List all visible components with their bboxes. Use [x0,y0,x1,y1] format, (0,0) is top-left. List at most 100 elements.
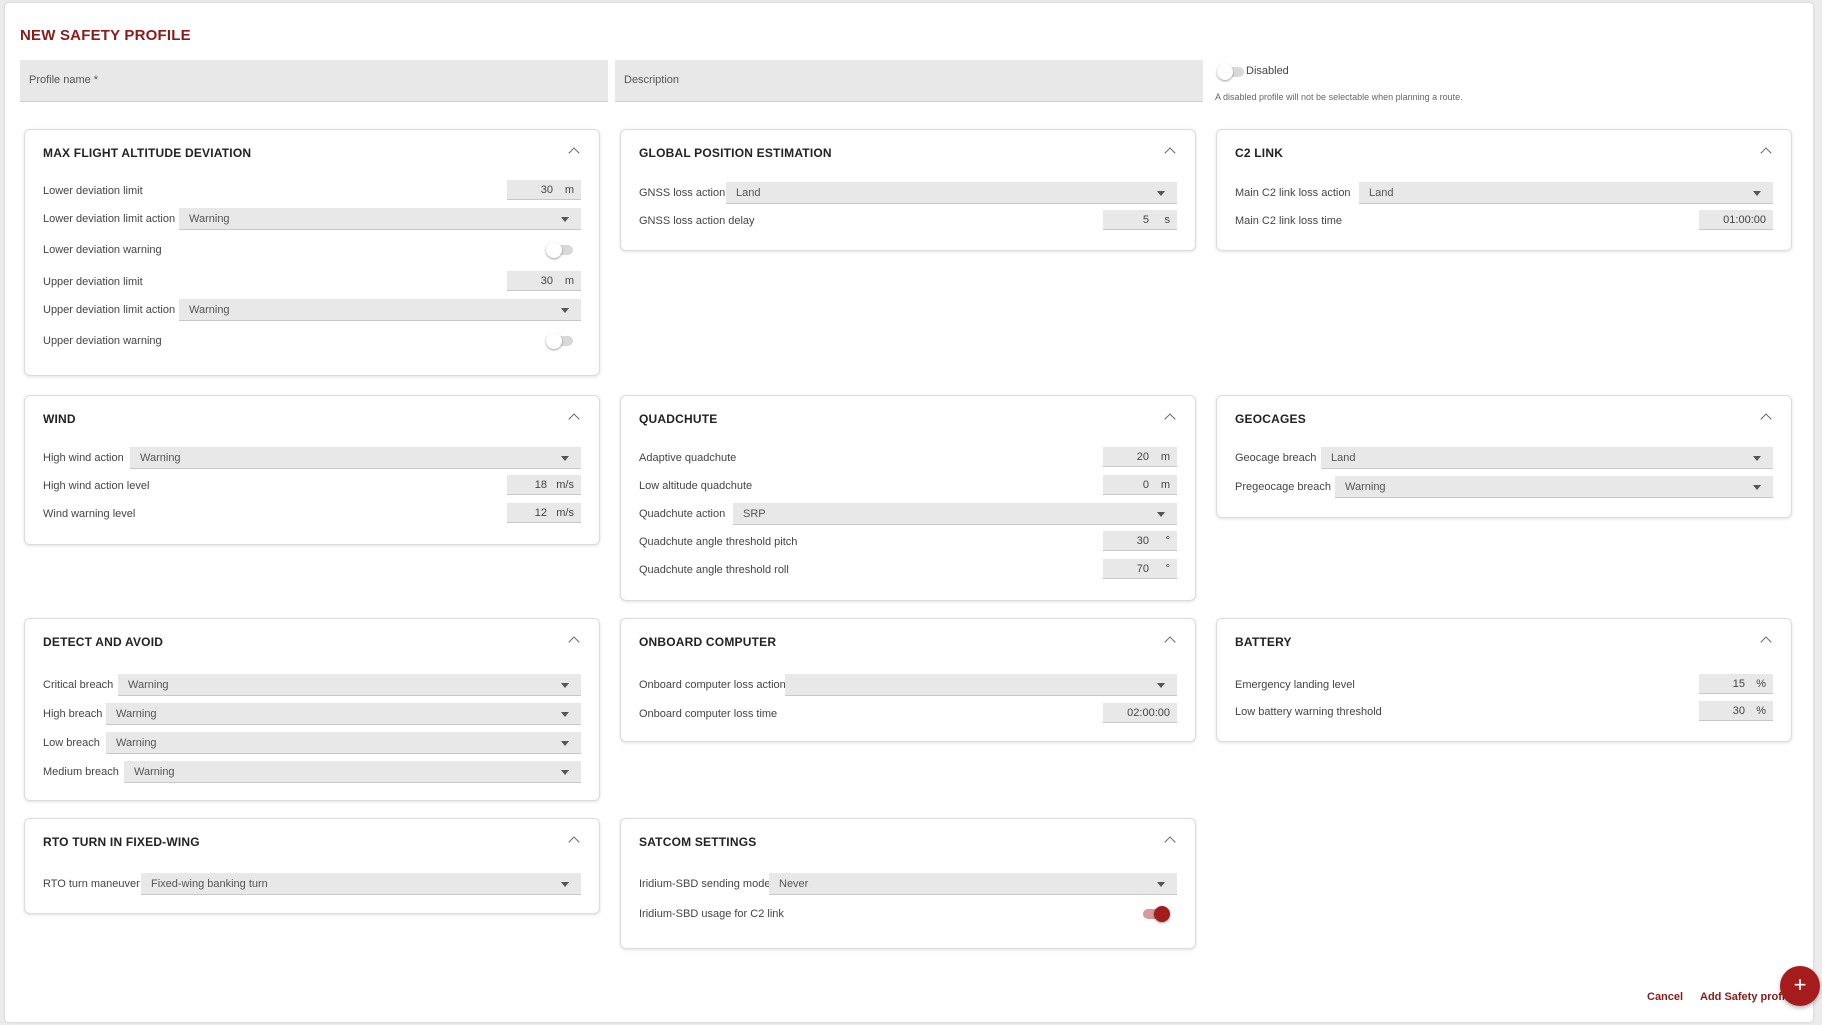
onboard-loss-time-row: Onboard computer loss time 02:00:00 [639,703,1177,725]
description-input[interactable]: Description [615,60,1203,102]
safety-profile-page: NEW SAFETY PROFILE Profile name * Descri… [5,3,1813,1022]
lower-limit-label: Lower deviation limit [43,185,143,197]
chevron-up-icon[interactable] [1163,144,1177,158]
page-title: NEW SAFETY PROFILE [20,27,191,44]
upper-action-select[interactable]: Warning [179,299,581,321]
satcom-card: SATCOM SETTINGS Iridium-SBD sending mode… [620,818,1196,949]
wind-warning-level-row: Wind warning level 12 m/s [43,503,581,525]
upper-warning-toggle[interactable] [546,333,573,349]
wind-action-row: High wind action Warning [43,447,581,469]
low-battery-row: Low battery warning threshold 30% [1235,701,1773,723]
chevron-up-icon[interactable] [1163,410,1177,424]
rto-maneuver-select[interactable]: Fixed-wing banking turn [141,873,581,895]
low-battery-input[interactable]: 30% [1699,701,1773,721]
medium-breach-label: Medium breach [43,766,119,778]
high-breach-label: High breach [43,708,103,720]
c2-loss-action-label: Main C2 link loss action [1235,187,1351,199]
card-title: SATCOM SETTINGS [639,835,757,849]
add-safety-profile-button[interactable]: Add Safety profi [1700,991,1785,1003]
caret-down-icon [1753,456,1761,461]
critical-breach-select[interactable]: Warning [118,674,581,696]
disabled-toggle[interactable] [1217,64,1244,80]
satcom-mode-label: Iridium-SBD sending mode [639,878,771,890]
disabled-label: Disabled [1246,65,1289,77]
adaptive-quadchute-input[interactable]: 20 m [1103,447,1177,467]
caret-down-icon [561,683,569,688]
pregeocage-breach-row: Pregeocage breach Warning [1235,476,1773,498]
wind-action-level-input[interactable]: 18 m/s [507,475,581,495]
low-breach-select[interactable]: Warning [106,732,581,754]
c2-loss-action-select[interactable]: Land [1359,182,1773,204]
chevron-up-icon[interactable] [1163,633,1177,647]
chevron-up-icon[interactable] [1759,633,1773,647]
gnss-loss-action-row: GNSS loss action Land [639,182,1177,204]
card-title: ONBOARD COMPUTER [639,635,777,649]
quadchute-action-select[interactable]: SRP [733,503,1177,525]
upper-limit-label: Upper deviation limit [43,276,143,288]
caret-down-icon [561,217,569,222]
c2-loss-time-label: Main C2 link loss time [1235,215,1342,227]
chevron-up-icon[interactable] [1759,144,1773,158]
roll-threshold-row: Quadchute angle threshold roll 70 ° [639,559,1177,581]
pregeocage-breach-select[interactable]: Warning [1335,476,1773,498]
toggle-knob [1154,906,1170,922]
lower-action-label: Lower deviation limit action [43,213,176,225]
wind-warning-level-input[interactable]: 12 m/s [507,503,581,523]
geocage-breach-label: Geocage breach [1235,452,1317,464]
caret-down-icon [1753,191,1761,196]
high-breach-row: High breach Warning [43,703,581,725]
low-altitude-quadchute-row: Low altitude quadchute 0m [639,475,1177,497]
satcom-mode-row: Iridium-SBD sending mode Never [639,873,1177,895]
satcom-usage-toggle[interactable] [1143,906,1170,922]
chevron-up-icon[interactable] [567,144,581,158]
medium-breach-select[interactable]: Warning [124,761,581,783]
lower-limit-input[interactable]: 30 m [507,180,581,200]
rto-turn-card: RTO TURN IN FIXED-WING RTO turn maneuver… [24,818,600,914]
lower-limit-row: Lower deviation limit 30 m [43,180,581,202]
low-breach-row: Low breach Warning [43,732,581,754]
caret-down-icon [561,308,569,313]
roll-threshold-label: Quadchute angle threshold roll [639,564,789,576]
upper-action-label: Upper deviation limit action [43,304,176,316]
caret-down-icon [561,882,569,887]
upper-limit-input[interactable]: 30 m [507,271,581,291]
gnss-delay-input[interactable]: 5s [1103,210,1177,230]
c2-link-card: C2 LINK Main C2 link loss action Land Ma… [1216,129,1792,251]
wind-action-select[interactable]: Warning [130,447,581,469]
onboard-loss-action-select[interactable] [785,674,1177,696]
chevron-up-icon[interactable] [567,633,581,647]
low-battery-label: Low battery warning threshold [1235,706,1382,718]
card-title: C2 LINK [1235,146,1284,160]
emergency-landing-row: Emergency landing level 15% [1235,674,1773,696]
roll-threshold-input[interactable]: 70 ° [1103,559,1177,579]
plus-icon[interactable]: + [1780,966,1820,1006]
wind-action-level-row: High wind action level 18 m/s [43,475,581,497]
gnss-loss-action-select[interactable]: Land [726,182,1177,204]
profile-name-input[interactable]: Profile name * [20,60,608,102]
low-altitude-quadchute-input[interactable]: 0m [1103,475,1177,495]
chevron-up-icon[interactable] [1759,410,1773,424]
toggle-knob [546,333,562,349]
upper-limit-row: Upper deviation limit 30 m [43,271,581,293]
pitch-threshold-label: Quadchute angle threshold pitch [639,536,798,548]
caret-down-icon [1157,683,1165,688]
geocage-breach-select[interactable]: Land [1321,447,1773,469]
emergency-landing-input[interactable]: 15% [1699,674,1773,694]
chevron-up-icon[interactable] [1163,833,1177,847]
satcom-usage-row: Iridium-SBD usage for C2 link [639,903,1177,925]
adaptive-quadchute-row: Adaptive quadchute 20 m [639,447,1177,469]
caret-down-icon [1157,882,1165,887]
caret-down-icon [561,770,569,775]
gnss-delay-label: GNSS loss action delay [639,215,755,227]
onboard-loss-time-input[interactable]: 02:00:00 [1103,703,1177,723]
chevron-up-icon[interactable] [567,410,581,424]
chevron-up-icon[interactable] [567,833,581,847]
c2-loss-time-input[interactable]: 01:00:00 [1699,210,1773,230]
lower-action-select[interactable]: Warning [179,208,581,230]
high-breach-select[interactable]: Warning [106,703,581,725]
pitch-threshold-input[interactable]: 30 ° [1103,531,1177,551]
lower-warning-toggle[interactable] [546,242,573,258]
cancel-button[interactable]: Cancel [1647,991,1683,1003]
satcom-mode-select[interactable]: Never [769,873,1177,895]
caret-down-icon [561,712,569,717]
